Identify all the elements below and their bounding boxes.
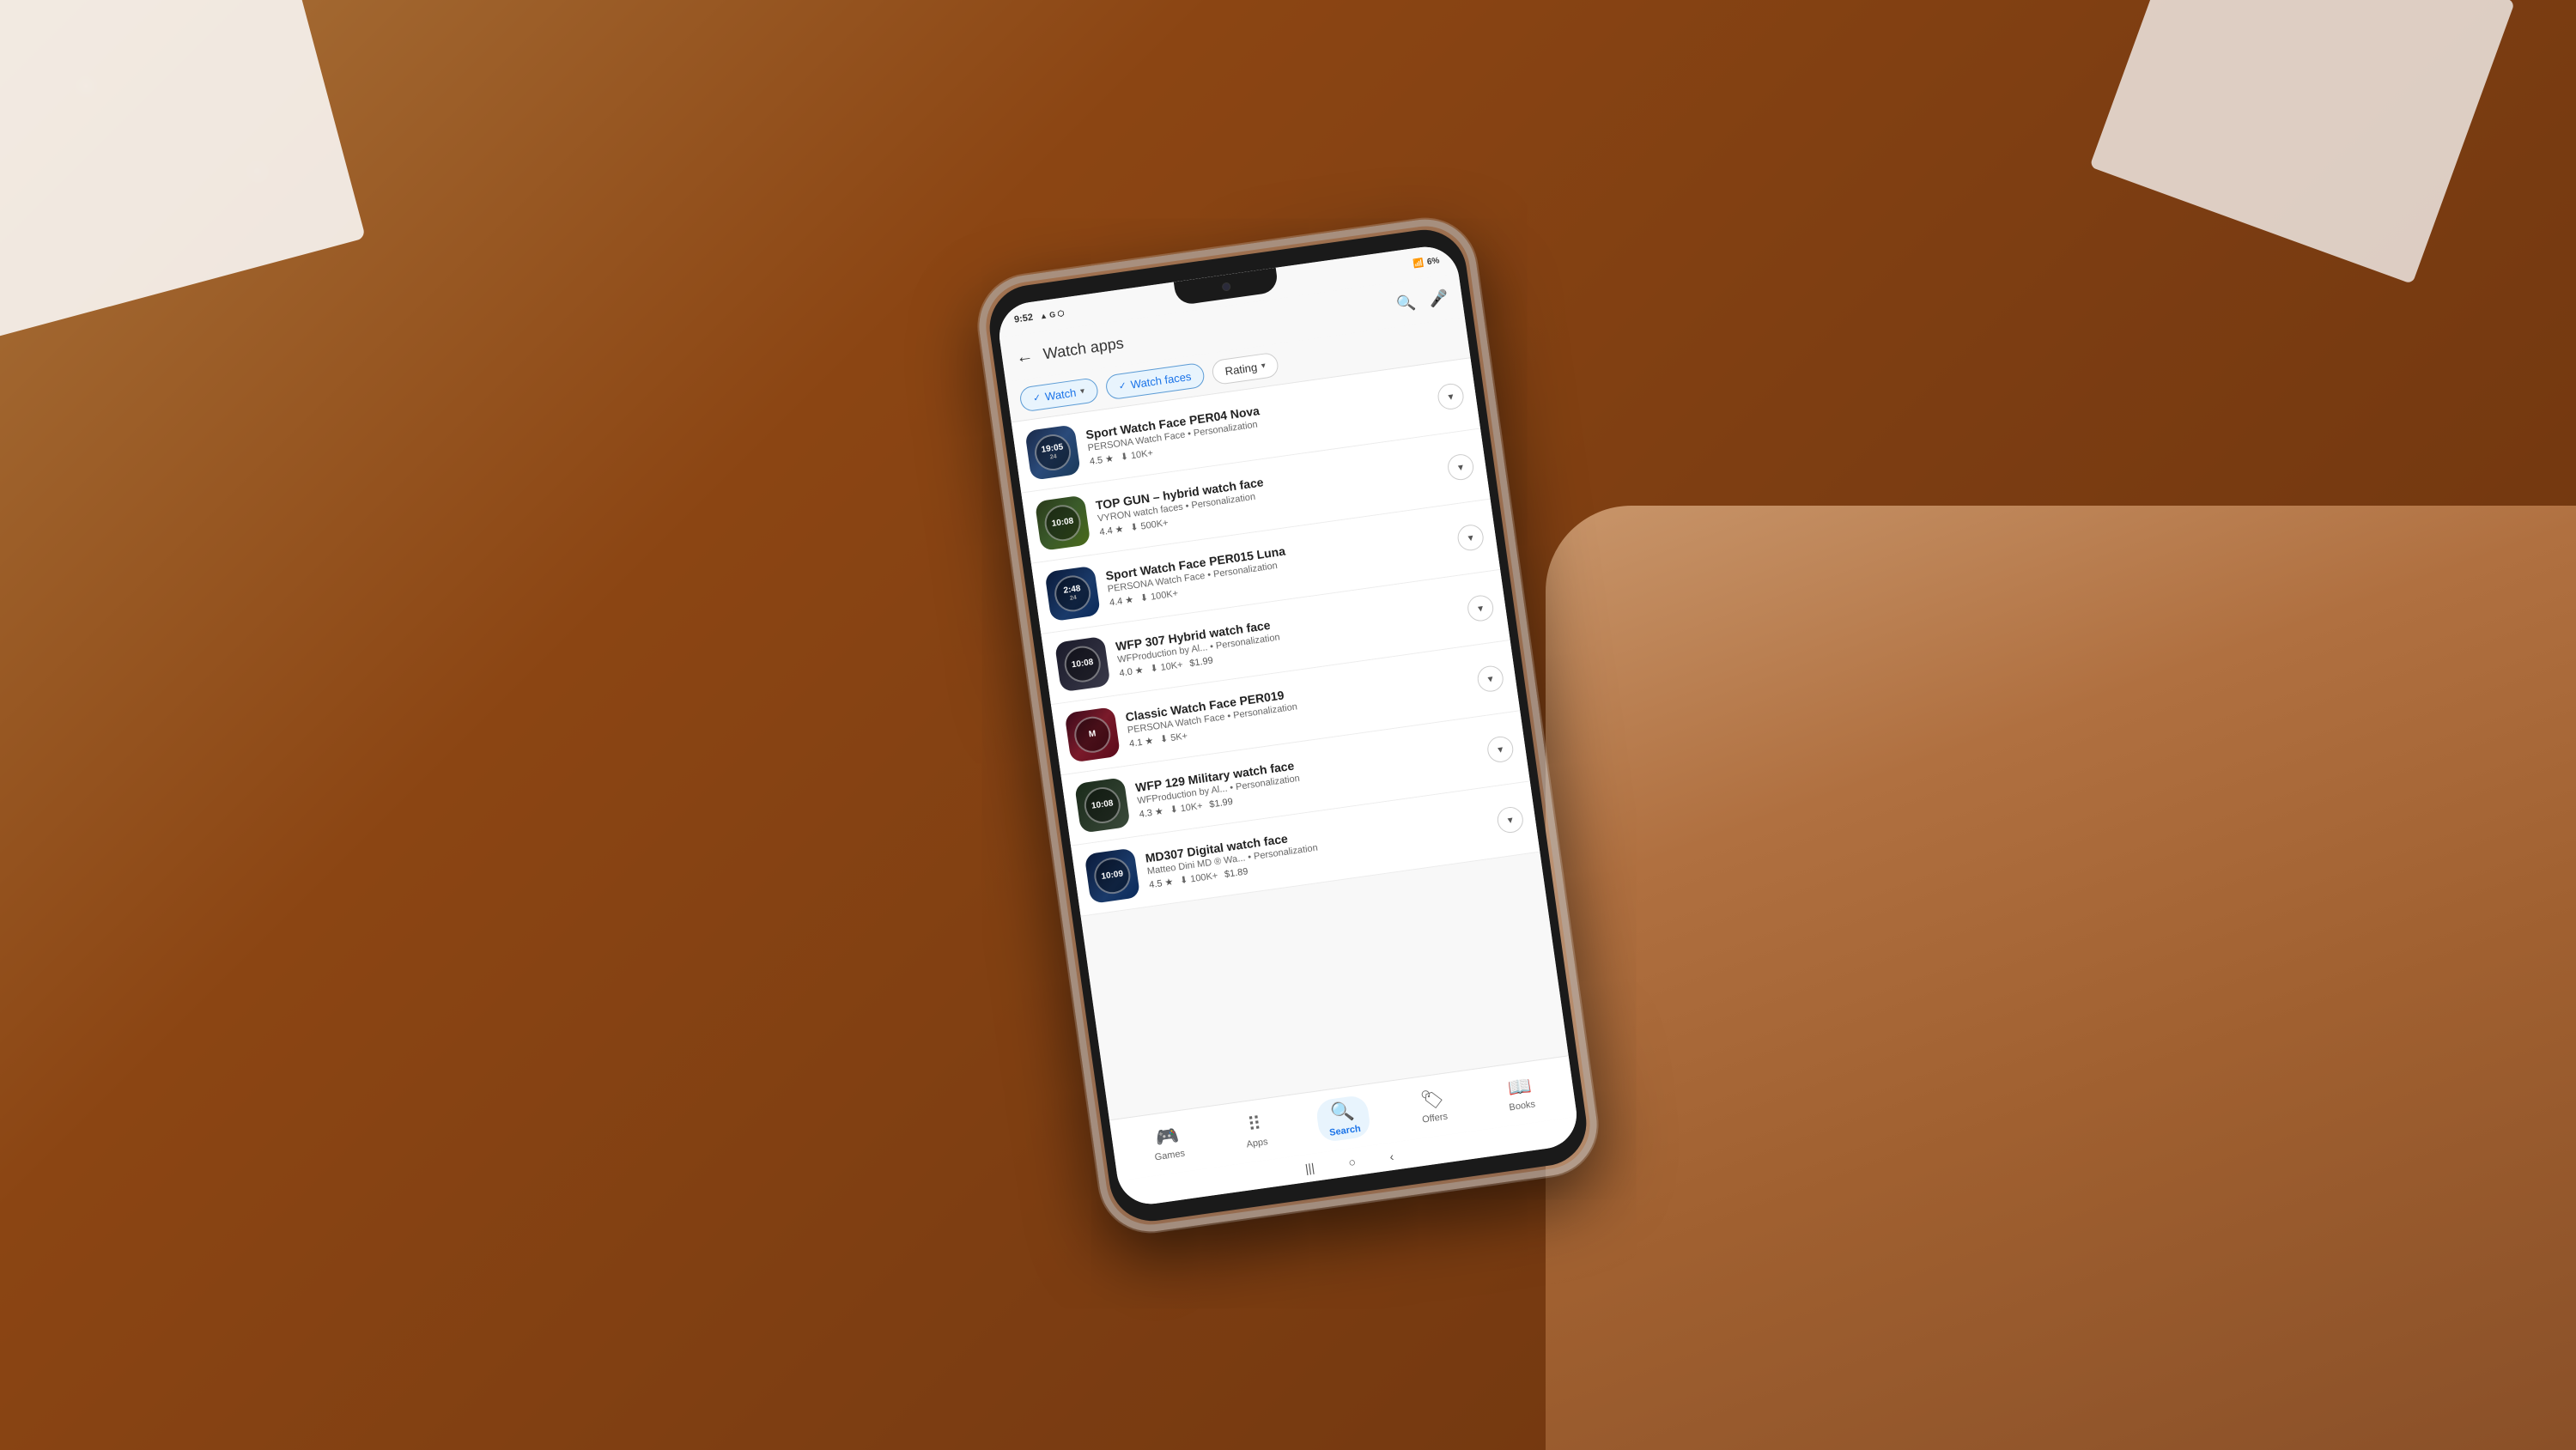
filter-chip-watch[interactable]: ✓ Watch ▾: [1018, 377, 1099, 412]
hand-background: [1546, 506, 2576, 1450]
time-display: 9:52: [1013, 312, 1033, 325]
chevron-down-icon-2: ▾: [1261, 361, 1267, 371]
bottom-nav-item-books[interactable]: 📖 Books: [1494, 1069, 1546, 1117]
app-price: $1.89: [1224, 865, 1249, 879]
home-button[interactable]: ○: [1347, 1155, 1357, 1169]
app-rating: 4.3 ★: [1139, 805, 1164, 820]
search-icon[interactable]: 🔍: [1395, 293, 1417, 313]
back-system-button[interactable]: ‹: [1388, 1149, 1394, 1162]
bnav-label: Offers: [1422, 1111, 1449, 1125]
expand-button[interactable]: ▾: [1456, 523, 1485, 552]
expand-button[interactable]: ▾: [1485, 734, 1515, 763]
check-icon: ✓: [1032, 391, 1042, 403]
expand-button[interactable]: ▾: [1437, 381, 1466, 410]
bnav-label: Apps: [1246, 1137, 1269, 1150]
bnav-label: Games: [1154, 1148, 1186, 1162]
app-icon: 19:05 24: [1024, 424, 1081, 481]
app-list: 19:05 24 Sport Watch Face PER04 Nova PER…: [1012, 358, 1569, 1119]
app-icon: 10:08: [1054, 635, 1111, 692]
filter-chip-rating[interactable]: Rating ▾: [1211, 351, 1280, 385]
status-time: 9:52 ▲ G ⬡: [1013, 307, 1065, 325]
chip-rating-label: Rating: [1224, 361, 1258, 378]
front-camera: [1222, 282, 1231, 291]
bnav-icon: 🔍: [1329, 1099, 1356, 1125]
bottom-nav-item-apps[interactable]: ⠿ Apps: [1231, 1107, 1279, 1154]
app-downloads: ⬇ 500K+: [1129, 517, 1169, 533]
app-downloads: ⬇ 100K+: [1139, 587, 1179, 604]
app-rating: 4.5 ★: [1089, 452, 1115, 467]
expand-button[interactable]: ▾: [1476, 664, 1505, 693]
bottom-nav-item-offers[interactable]: 🏷 Offers: [1407, 1082, 1459, 1130]
app-icon: 2:48 24: [1044, 565, 1101, 622]
back-button[interactable]: ←: [1015, 345, 1035, 367]
chip-watch-label: Watch: [1044, 385, 1077, 403]
app-rating: 4.1 ★: [1128, 735, 1154, 749]
app-icon: M: [1065, 707, 1121, 763]
app-rating: 4.0 ★: [1119, 664, 1145, 678]
app-downloads: ⬇ 10K+: [1120, 446, 1154, 462]
app-downloads: ⬇ 5K+: [1159, 730, 1188, 744]
signal-icons: ▲ G ⬡: [1039, 308, 1065, 321]
app-price: $1.99: [1209, 796, 1234, 810]
chip-watchfaces-label: Watch faces: [1130, 369, 1192, 391]
bnav-icon: ⠿: [1246, 1112, 1263, 1136]
nav-icons: 🔍 🎤: [1395, 288, 1449, 312]
app-downloads: ⬇ 10K+: [1170, 799, 1204, 815]
app-downloads: ⬇ 10K+: [1150, 658, 1184, 674]
expand-button[interactable]: ▾: [1466, 593, 1495, 622]
bnav-icon: 🏷: [1419, 1087, 1445, 1113]
bnav-icon: 🎮: [1154, 1124, 1181, 1150]
app-rating: 4.5 ★: [1148, 876, 1174, 890]
app-rating: 4.4 ★: [1099, 523, 1125, 537]
chevron-down-icon: ▾: [1079, 386, 1085, 397]
filter-chip-watchfaces[interactable]: ✓ Watch faces: [1104, 361, 1206, 400]
bottom-nav-item-search[interactable]: 🔍 Search: [1315, 1094, 1372, 1143]
recent-apps-button[interactable]: |||: [1304, 1160, 1315, 1174]
app-icon: 10:08: [1035, 494, 1091, 551]
status-right: 📶 6%: [1413, 255, 1440, 268]
expand-button[interactable]: ▾: [1446, 452, 1475, 482]
bnav-label: Search: [1328, 1123, 1361, 1138]
app-downloads: ⬇ 100K+: [1179, 870, 1218, 886]
bnav-label: Books: [1509, 1099, 1536, 1113]
battery-display: 6%: [1426, 255, 1440, 266]
app-icon: 10:09: [1084, 847, 1141, 904]
mic-icon[interactable]: 🎤: [1428, 288, 1449, 308]
app-price: $1.99: [1188, 654, 1213, 668]
app-rating: 4.4 ★: [1109, 593, 1134, 608]
bnav-icon: 📖: [1506, 1074, 1533, 1100]
wifi-icon: 📶: [1413, 258, 1425, 269]
check-icon-2: ✓: [1118, 379, 1127, 391]
bottom-nav-item-games[interactable]: 🎮 Games: [1139, 1119, 1196, 1168]
expand-button[interactable]: ▾: [1496, 805, 1525, 834]
app-icon: 10:08: [1074, 777, 1131, 834]
